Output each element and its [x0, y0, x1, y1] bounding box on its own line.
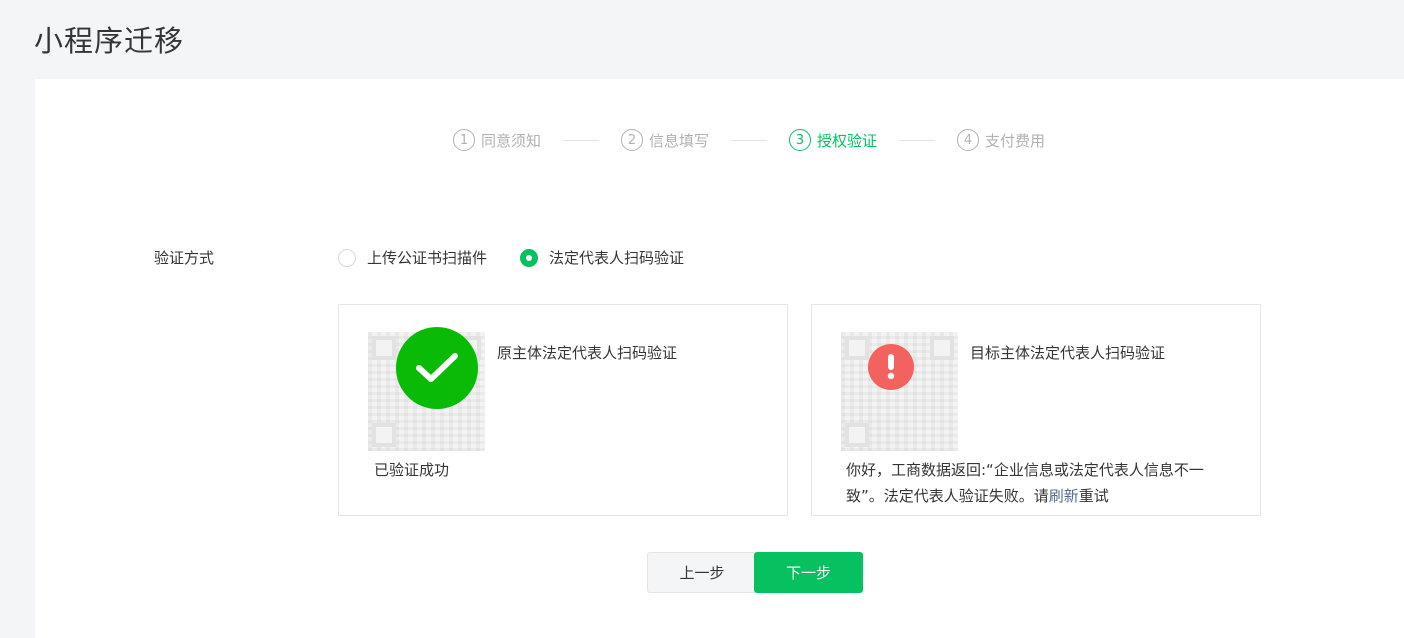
radio-label: 法定代表人扫码验证 [549, 249, 685, 267]
radio-legal-rep-scan[interactable]: 法定代表人扫码验证 [520, 247, 684, 268]
warning-icon [868, 344, 914, 390]
verification-method-label: 验证方式 [154, 249, 215, 267]
previous-step-button[interactable]: 上一步 [647, 552, 757, 593]
verification-method-radio-group: 上传公证书扫描件 法定代表人扫码验证 [338, 247, 717, 268]
error-text: 你好，工商数据返回:“企业信息或法定代表人信息不一致”。法定代表人验证失败。请 [846, 461, 1204, 505]
verification-status: 已验证成功 [374, 461, 450, 479]
radio-unchecked-icon[interactable] [338, 248, 356, 267]
success-check-icon [396, 327, 478, 409]
step-divider [731, 139, 768, 141]
step-divider [899, 139, 936, 141]
radio-label: 上传公证书扫描件 [367, 249, 488, 267]
step-indicator: 1 同意须知 2 信息填写 3 授权验证 4 支付费用 [453, 127, 1045, 153]
original-entity-card: 原主体法定代表人扫码验证 已验证成功 [338, 304, 788, 516]
refresh-link[interactable]: 刷新 [1049, 487, 1079, 505]
step-number: 4 [957, 129, 980, 151]
main-panel: 1 同意须知 2 信息填写 3 授权验证 4 支付费用 验证方式 上传公证书扫描… [35, 79, 1404, 638]
step-number: 2 [621, 129, 644, 151]
radio-upload-notarization[interactable]: 上传公证书扫描件 [338, 247, 487, 268]
next-step-button[interactable]: 下一步 [754, 552, 863, 593]
page-title: 小程序迁移 [34, 24, 185, 58]
card-title: 原主体法定代表人扫码验证 [497, 344, 678, 362]
step-number: 3 [789, 129, 812, 151]
target-entity-card: 目标主体法定代表人扫码验证 你好，工商数据返回:“企业信息或法定代表人信息不一致… [811, 304, 1261, 516]
radio-checked-icon[interactable] [520, 248, 539, 267]
verification-error-message: 你好，工商数据返回:“企业信息或法定代表人信息不一致”。法定代表人验证失败。请刷… [846, 457, 1241, 509]
step-label: 授权验证 [817, 131, 878, 150]
step-1: 1 同意须知 [453, 129, 541, 151]
error-text-suffix: 重试 [1078, 487, 1109, 505]
step-label: 信息填写 [649, 131, 710, 150]
step-label: 支付费用 [985, 131, 1046, 150]
step-2: 2 信息填写 [621, 129, 709, 151]
card-title: 目标主体法定代表人扫码验证 [970, 344, 1166, 362]
step-4: 4 支付费用 [957, 129, 1045, 151]
qr-finder-pattern [845, 336, 869, 360]
qr-finder-pattern [372, 336, 396, 360]
qr-finder-pattern [845, 423, 869, 447]
qr-finder-pattern [930, 336, 954, 360]
step-3: 3 授权验证 [789, 129, 877, 151]
step-label: 同意须知 [481, 131, 542, 150]
qr-finder-pattern [372, 423, 396, 447]
step-divider [563, 139, 600, 141]
step-number: 1 [453, 129, 475, 151]
